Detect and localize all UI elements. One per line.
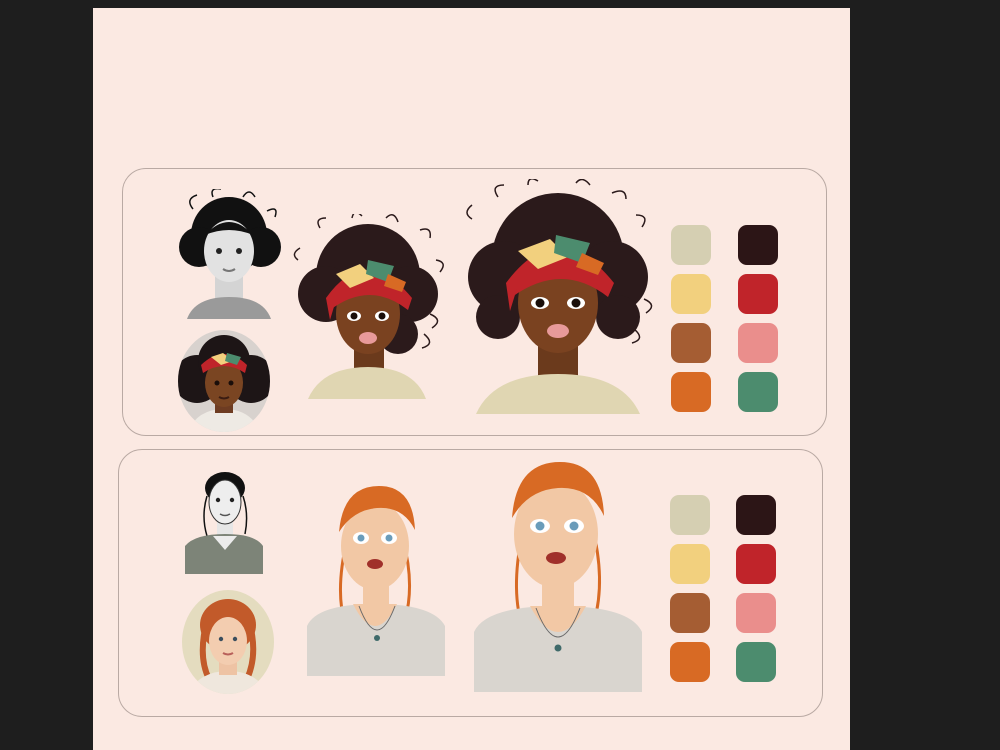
illustration-headscarf-small xyxy=(290,214,446,399)
swatch-dark xyxy=(738,225,778,265)
sketch-woman-red-hair xyxy=(185,466,263,574)
swatch-pink xyxy=(736,593,776,633)
illustration-red-hair-large xyxy=(474,456,642,692)
character-sheet-woman-headscarf xyxy=(122,168,827,436)
swatch-yellow xyxy=(670,544,710,584)
swatch-beige xyxy=(670,495,710,535)
reference-photo-red-hair xyxy=(181,589,275,695)
sketch-woman-headscarf xyxy=(173,189,285,319)
swatch-beige xyxy=(671,225,711,265)
illustration-headscarf-large xyxy=(458,179,656,414)
swatch-orange xyxy=(670,642,710,682)
artboard xyxy=(93,8,850,750)
swatch-pink xyxy=(738,323,778,363)
swatch-green xyxy=(736,642,776,682)
swatch-red xyxy=(738,274,778,314)
swatch-brown xyxy=(671,323,711,363)
swatch-dark xyxy=(736,495,776,535)
swatch-red xyxy=(736,544,776,584)
swatch-yellow xyxy=(671,274,711,314)
illustration-red-hair-small xyxy=(307,480,445,676)
swatch-orange xyxy=(671,372,711,412)
swatch-green xyxy=(738,372,778,412)
reference-photo-headscarf xyxy=(177,329,271,433)
character-sheet-woman-red-hair xyxy=(118,449,823,717)
swatch-brown xyxy=(670,593,710,633)
